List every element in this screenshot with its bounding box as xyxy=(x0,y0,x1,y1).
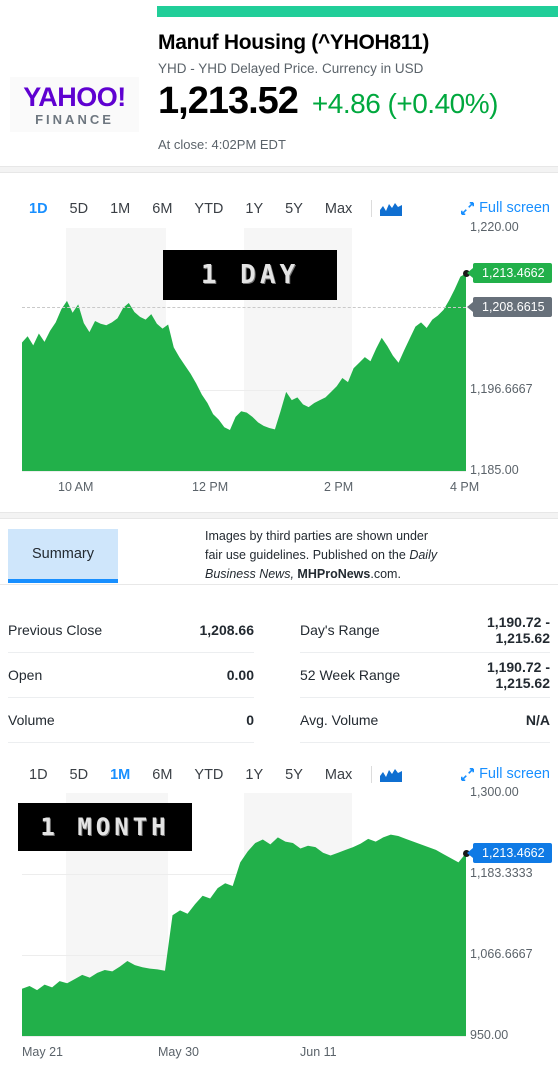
tab-summary[interactable]: Summary xyxy=(8,529,118,579)
notice-line-1: Images by third parties are shown under xyxy=(205,529,429,543)
chart-watermark: 1 DAY xyxy=(163,250,337,300)
range-options-2: 1D 5D 1M 6M YTD 1Y 5Y Max xyxy=(18,766,403,783)
top-accent-bar xyxy=(157,6,558,17)
fair-use-notice: Images by third parties are shown under … xyxy=(205,527,495,584)
notice-italic-1: Daily xyxy=(409,548,438,562)
stat-value: 0.00 xyxy=(226,667,254,683)
fullscreen-button-2[interactable]: Full screen xyxy=(461,766,550,782)
quote-change: +4.86 (+0.40%) xyxy=(311,88,499,119)
previous-close-badge: 1,208.6615 xyxy=(467,296,552,317)
range-button-6m[interactable]: 6M xyxy=(141,767,183,783)
stat-value: 1,190.72 -1,215.62 xyxy=(486,659,550,691)
stat-label: Previous Close xyxy=(8,622,103,638)
notice-line-2: fair use guidelines. Published on the xyxy=(205,548,410,562)
range-button-ytd[interactable]: YTD xyxy=(183,201,234,217)
range-button-1y[interactable]: 1Y xyxy=(234,201,274,217)
range-button-1m[interactable]: 1M xyxy=(99,201,141,217)
y-axis-tick-label: 1,196.6667 xyxy=(470,381,533,396)
price-chart-1d[interactable]: 1,220.00 1,196.6667 1,185.00 1,213.4662 1,20… xyxy=(0,220,558,518)
range-button-1d[interactable]: 1D xyxy=(18,201,59,217)
area-chart-icon[interactable] xyxy=(380,768,403,782)
table-row: Open 0.00 xyxy=(8,653,254,698)
quote-price: 1,213.52 xyxy=(158,80,299,122)
expand-arrows-icon xyxy=(461,201,475,215)
market-close-note: At close: 4:02PM EDT xyxy=(158,137,286,152)
price-chart-1m[interactable]: 1,300.00 1,183.3333 1,066.6667 950.00 1,213.… xyxy=(0,785,558,1082)
range-button-5y[interactable]: 5Y xyxy=(274,767,314,783)
y-axis-tick-label: 950.00 xyxy=(470,1028,509,1042)
range-button-max[interactable]: Max xyxy=(314,767,363,783)
range-button-1d[interactable]: 1D xyxy=(18,767,59,783)
stat-value: 1,190.72 -1,215.62 xyxy=(486,614,550,646)
y-axis-tick-label: 1,220.00 xyxy=(470,220,519,234)
quote-header: YAHOO! FINANCE Manuf Housing (^YHOH811) … xyxy=(0,17,558,167)
stat-value: 1,208.66 xyxy=(199,622,255,638)
range-button-ytd[interactable]: YTD xyxy=(183,767,234,783)
stat-label: Open xyxy=(8,667,43,683)
toolbar-divider xyxy=(371,200,373,217)
notice-tail: .com. xyxy=(370,567,401,581)
range-button-1y[interactable]: 1Y xyxy=(234,767,274,783)
stat-label: 52 Week Range xyxy=(300,667,401,683)
table-row: Previous Close 1,208.66 xyxy=(8,608,254,653)
x-axis-tick-label: 10 AM xyxy=(58,480,94,494)
table-row: Day's Range 1,190.72 -1,215.62 xyxy=(300,608,550,653)
stat-label: Day's Range xyxy=(300,622,380,638)
chart-watermark: 1 MONTH xyxy=(18,803,192,851)
expand-arrows-icon xyxy=(461,767,475,781)
finance-wordmark: FINANCE xyxy=(35,111,114,127)
stat-value: N/A xyxy=(525,712,550,728)
y-axis-tick-label: 1,300.00 xyxy=(470,785,519,799)
last-price-badge: 1,213.4662 xyxy=(467,843,552,864)
range-button-5y[interactable]: 5Y xyxy=(274,201,314,217)
table-row: Avg. Volume N/A xyxy=(300,698,550,743)
fullscreen-label-2: Full screen xyxy=(479,766,550,782)
toolbar-divider xyxy=(371,766,373,783)
x-axis-tick-label: Jun 11 xyxy=(300,1045,337,1059)
stat-label: Volume xyxy=(8,712,55,728)
chart-gridline xyxy=(22,471,466,472)
fullscreen-label-1: Full screen xyxy=(479,200,550,216)
quote-statistics-table: Previous Close 1,208.66 Open 0.00 Volume 0 Day… xyxy=(0,608,558,745)
yahoo-finance-logo[interactable]: YAHOO! FINANCE xyxy=(10,77,139,132)
x-axis-tick-label: 2 PM xyxy=(324,480,354,494)
y-axis-tick-label: 1,066.6667 xyxy=(470,946,533,961)
fullscreen-button-1[interactable]: Full screen xyxy=(461,200,550,216)
range-button-1m[interactable]: 1M xyxy=(99,767,141,783)
tab-summary-underline xyxy=(8,579,118,583)
notice-italic-2: Business News, xyxy=(205,567,294,581)
page-title: Manuf Housing (^YHOH811) xyxy=(158,31,430,54)
table-row: 52 Week Range 1,190.72 -1,215.62 xyxy=(300,653,550,698)
area-chart-icon[interactable] xyxy=(380,202,403,216)
yahoo-wordmark: YAHOO! xyxy=(23,81,126,112)
stat-label: Avg. Volume xyxy=(300,712,379,728)
range-button-5d[interactable]: 5D xyxy=(59,767,100,783)
range-button-6m[interactable]: 6M xyxy=(141,201,183,217)
x-axis-tick-label: 12 PM xyxy=(192,480,229,494)
quote-row: 1,213.52 +4.86 (+0.40%) xyxy=(158,80,498,123)
range-options-1: 1D 5D 1M 6M YTD 1Y 5Y Max xyxy=(18,200,403,217)
x-axis-tick-label: 4 PM xyxy=(450,480,480,494)
chart1-divider xyxy=(0,512,558,519)
range-button-5d[interactable]: 5D xyxy=(59,201,100,217)
quote-source-subtitle: YHD - YHD Delayed Price. Currency in USD xyxy=(158,61,424,76)
y-axis-tick-label: 1,183.3333 xyxy=(470,866,533,880)
x-axis-tick-label: May 30 xyxy=(158,1045,199,1059)
previous-close-line xyxy=(22,306,466,308)
header-divider xyxy=(0,166,558,173)
table-row: Volume 0 xyxy=(8,698,254,743)
chart-gridline xyxy=(22,1036,466,1037)
x-axis-tick-label: May 21 xyxy=(22,1045,63,1059)
stat-value: 0 xyxy=(246,712,254,728)
notice-brand: MHProNews xyxy=(297,567,371,581)
last-price-badge: 1,213.4662 xyxy=(467,263,552,284)
yahoo-finance-quote-page: YAHOO! FINANCE Manuf Housing (^YHOH811) … xyxy=(0,0,558,1082)
chart-watermark-text: 1 DAY xyxy=(200,260,300,290)
summary-tabbar: Summary Images by third parties are show… xyxy=(0,523,558,585)
y-axis-tick-label: 1,185.00 xyxy=(470,463,519,477)
range-button-max[interactable]: Max xyxy=(314,201,363,217)
chart-watermark-text: 1 MONTH xyxy=(40,813,170,841)
